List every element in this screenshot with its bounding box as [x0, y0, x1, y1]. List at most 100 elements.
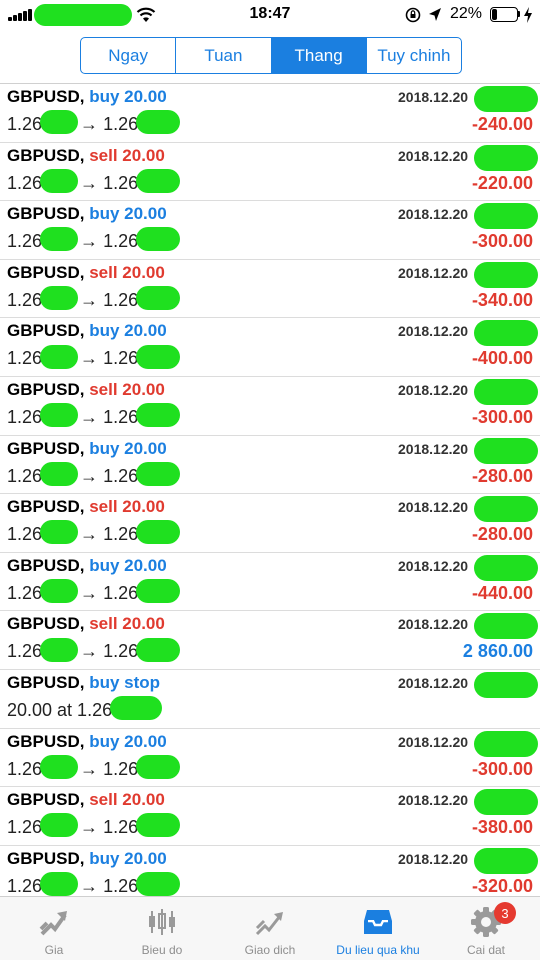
trade-type: buy 20.00: [89, 87, 167, 106]
trade-profit: -380.00: [471, 817, 533, 838]
redaction-mark: [40, 344, 79, 369]
tab-history-label: Du lieu qua khu: [336, 943, 420, 957]
status-bar: 18:47 22%: [0, 0, 540, 30]
trade-row[interactable]: GBPUSD, buy 20.00 1.26 → 1.26 2018.12.20 -24…: [0, 84, 540, 143]
redaction-mark: [136, 754, 181, 779]
open-price: 1.26: [7, 465, 43, 486]
redaction-mark: [474, 847, 538, 874]
tab-history[interactable]: Du lieu qua khu: [324, 897, 432, 960]
redaction-mark: [40, 520, 79, 545]
close-price: 1.26: [103, 231, 139, 252]
arrow-icon: →: [80, 875, 99, 896]
tab-day[interactable]: Ngay: [81, 38, 177, 73]
period-segmented-control: Ngay Tuan Thang Tuy chinh: [80, 37, 462, 74]
trade-row[interactable]: GBPUSD, buy 20.00 1.26 → 1.26 2018.12.20 -44…: [0, 553, 540, 612]
tab-settings-label: Cai dat: [466, 943, 506, 957]
trade-profit: -300.00: [471, 406, 533, 427]
redaction-mark: [136, 227, 181, 252]
trade-row[interactable]: GBPUSD, sell 20.00 1.26 → 1.26 2018.12.20 2 …: [0, 611, 540, 670]
trade-type: buy 20.00: [89, 731, 167, 751]
trade-type: buy stop: [89, 672, 161, 692]
trade-row[interactable]: GBPUSD, sell 20.00 1.26 → 1.26 2018.12.20 -3…: [0, 377, 540, 436]
open-price: 1.26: [7, 875, 43, 896]
trade-date: 2018.12.20: [398, 323, 469, 340]
tab-chart-label: Bieu do: [141, 943, 183, 957]
redaction-mark: [136, 520, 181, 545]
trade-date: 2018.12.20: [398, 381, 469, 398]
history-inbox-icon: [364, 910, 392, 934]
open-price: 1.26: [7, 406, 43, 427]
close-price: 1.26: [103, 817, 139, 838]
arrow-icon: →: [80, 641, 99, 662]
tab-month[interactable]: Thang: [271, 38, 367, 73]
open-price: 1.26: [7, 758, 43, 779]
trade-symbol: GBPUSD,: [7, 672, 85, 692]
redaction-mark: [40, 637, 79, 662]
tab-custom[interactable]: Tuy chinh: [367, 38, 461, 73]
trade-row[interactable]: GBPUSD, sell 20.00 1.26 → 1.26 2018.12.20 -3…: [0, 787, 540, 846]
redaction-mark: [474, 320, 538, 347]
redaction-mark: [40, 403, 79, 428]
open-price: 1.26: [7, 817, 43, 838]
trade-date: 2018.12.20: [398, 206, 469, 223]
tab-settings[interactable]: 3 Cai dat: [432, 897, 540, 960]
charging-bolt-icon: [524, 7, 532, 23]
redaction-mark: [474, 144, 538, 171]
trade-title: GBPUSD, sell 20.00: [7, 146, 165, 166]
trade-row[interactable]: GBPUSD, sell 20.00 1.26 → 1.26 2018.12.20 -2…: [0, 143, 540, 202]
trade-history-list[interactable]: GBPUSD, buy 20.00 1.26 → 1.26 2018.12.20 -24…: [0, 84, 540, 896]
trade-profit: -340.00: [471, 289, 533, 310]
candlestick-icon: [149, 909, 175, 935]
redaction-mark: [136, 168, 181, 193]
redaction-mark: [110, 696, 163, 721]
battery-tip: [518, 11, 520, 17]
redaction-mark: [474, 261, 538, 288]
trade-row[interactable]: GBPUSD, sell 20.00 1.26 → 1.26 2018.12.20 -3…: [0, 260, 540, 319]
redaction-mark: [136, 344, 181, 369]
trend-arrow-icon: [39, 911, 67, 936]
tab-week[interactable]: Tuan: [176, 38, 272, 73]
redaction-mark: [40, 168, 79, 193]
open-price: 1.26: [7, 231, 43, 252]
trade-row[interactable]: GBPUSD, sell 20.00 1.26 → 1.26 2018.12.20 -2…: [0, 494, 540, 553]
trade-prices: 1.26 → 1.26: [7, 227, 181, 252]
redaction-mark: [474, 86, 538, 112]
open-price: 1.26: [7, 348, 43, 369]
trade-row[interactable]: GBPUSD, buy stop 20.00 at 1.26 2018.12.20: [0, 670, 540, 729]
trade-prices: 1.26 → 1.26: [7, 168, 181, 194]
trade-row[interactable]: GBPUSD, buy 20.00 1.26 → 1.26 2018.12.20 -32…: [0, 846, 540, 896]
trade-symbol: GBPUSD,: [7, 321, 85, 341]
trade-symbol: GBPUSD,: [7, 555, 85, 575]
trade-row[interactable]: GBPUSD, buy 20.00 1.26 → 1.26 2018.12.20 -40…: [0, 318, 540, 377]
trade-title: GBPUSD, buy 20.00: [7, 439, 167, 459]
trade-title: GBPUSD, buy stop: [7, 673, 160, 693]
tab-quotes[interactable]: Gia: [0, 897, 108, 960]
close-price: 1.26: [103, 406, 139, 427]
tab-chart[interactable]: Bieu do: [108, 897, 216, 960]
trade-title: GBPUSD, buy 20.00: [7, 849, 167, 869]
redaction-mark: [136, 286, 181, 311]
trade-symbol: GBPUSD,: [7, 438, 85, 458]
arrow-icon: →: [80, 758, 99, 779]
trade-prices: 1.26 → 1.26: [7, 637, 181, 662]
trade-symbol: GBPUSD,: [7, 614, 85, 634]
trade-row[interactable]: GBPUSD, buy 20.00 1.26 → 1.26 2018.12.20 -30…: [0, 729, 540, 788]
redaction-mark: [136, 579, 181, 603]
redaction-mark: [40, 579, 79, 603]
orientation-lock-icon: [405, 7, 421, 23]
trade-date: 2018.12.20: [398, 733, 469, 750]
redaction-mark: [474, 496, 538, 523]
close-price: 1.26: [103, 114, 139, 134]
trade-symbol: GBPUSD,: [7, 848, 85, 868]
redaction-mark: [40, 110, 79, 135]
trade-title: GBPUSD, buy 20.00: [7, 732, 167, 752]
tab-trade[interactable]: Giao dich: [216, 897, 324, 960]
redaction-mark: [136, 461, 181, 486]
trade-row[interactable]: GBPUSD, buy 20.00 1.26 → 1.26 2018.12.20 -30…: [0, 201, 540, 260]
redaction-mark: [136, 813, 181, 838]
trade-row[interactable]: GBPUSD, buy 20.00 1.26 → 1.26 2018.12.20 -28…: [0, 436, 540, 495]
trade-title: GBPUSD, buy 20.00: [7, 87, 167, 107]
close-price: 1.26: [103, 758, 139, 779]
open-price: 1.26: [7, 524, 43, 545]
trade-date: 2018.12.20: [398, 674, 469, 691]
